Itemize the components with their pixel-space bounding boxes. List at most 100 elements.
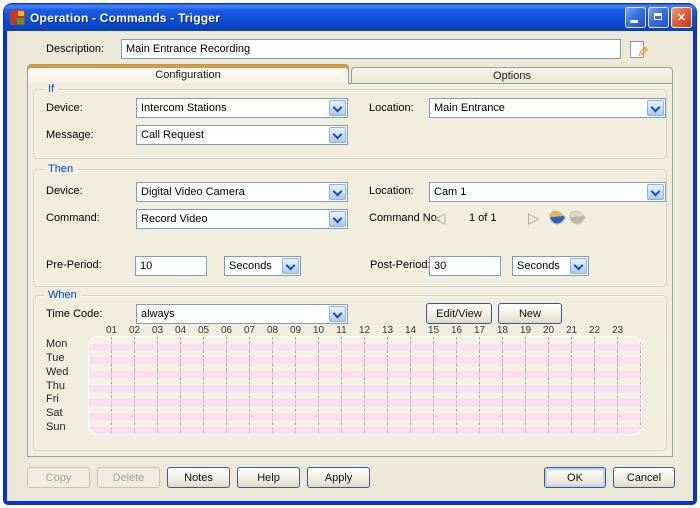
- hour-label: 22: [586, 325, 604, 336]
- if-group-title: If: [44, 83, 58, 95]
- dropdown-arrow-icon[interactable]: [647, 100, 664, 116]
- then-location-value: Cam 1: [430, 186, 646, 198]
- dropdown-arrow-icon[interactable]: [329, 127, 346, 143]
- then-group: Then Device: Digital Video Camera Locati…: [33, 169, 667, 287]
- description-label: Description:: [46, 43, 104, 55]
- hour-label: 10: [310, 325, 328, 336]
- dropdown-arrow-icon[interactable]: [570, 258, 587, 274]
- dropdown-arrow-icon[interactable]: [329, 211, 346, 227]
- hour-label: 02: [126, 325, 144, 336]
- title-bar[interactable]: Operation - Commands - Trigger ✕: [4, 4, 696, 31]
- if-device-label: Device:: [46, 102, 83, 114]
- hour-label: 16: [448, 325, 466, 336]
- cancel-button-label: Cancel: [627, 472, 661, 484]
- tab-options[interactable]: Options: [351, 67, 673, 84]
- schedule-row-mon[interactable]: [89, 344, 641, 351]
- ok-button-label: OK: [567, 472, 583, 484]
- hour-label: 15: [425, 325, 443, 336]
- copy-button-label: Copy: [46, 472, 72, 484]
- hour-label: 06: [218, 325, 236, 336]
- when-group: When Time Code: always Edit/View New 010…: [33, 295, 667, 451]
- then-group-title: Then: [44, 163, 77, 175]
- edit-note-icon[interactable]: ✎: [629, 40, 647, 58]
- edit-view-button[interactable]: Edit/View: [426, 303, 492, 324]
- tab-options-label: Options: [493, 70, 531, 82]
- then-location-label: Location:: [369, 185, 414, 197]
- schedule-grid[interactable]: [89, 337, 641, 434]
- minimize-button[interactable]: [625, 7, 646, 28]
- dropdown-arrow-icon[interactable]: [329, 306, 346, 322]
- hour-label: 21: [563, 325, 581, 336]
- post-period-label: Post-Period:: [370, 259, 431, 271]
- schedule-row-wed[interactable]: [89, 371, 641, 378]
- command-no-label: Command No.: [369, 212, 440, 224]
- if-location-value: Main Entrance: [430, 102, 646, 114]
- schedule-row-sat[interactable]: [89, 413, 641, 420]
- new-button[interactable]: New: [498, 303, 562, 324]
- hour-label: 05: [195, 325, 213, 336]
- schedule-row-thu[interactable]: [89, 385, 641, 392]
- hour-label: 23: [609, 325, 627, 336]
- description-input[interactable]: [121, 39, 621, 59]
- pre-period-input[interactable]: [135, 256, 207, 276]
- hour-label: 09: [287, 325, 305, 336]
- client-area: Description: ✎ Configuration Options If …: [7, 31, 693, 501]
- if-message-value: Call Request: [137, 129, 328, 141]
- then-command-select[interactable]: Record Video: [136, 209, 348, 229]
- then-device-select[interactable]: Digital Video Camera: [136, 182, 348, 202]
- dropdown-arrow-icon[interactable]: [647, 184, 664, 200]
- apply-button[interactable]: Apply: [307, 467, 370, 488]
- hour-label: 11: [333, 325, 351, 336]
- add-command-icon[interactable]: [548, 209, 565, 226]
- day-labels: MonTueWedThuFriSatSun: [46, 337, 86, 434]
- if-location-label: Location:: [369, 102, 414, 114]
- then-device-label: Device:: [46, 185, 83, 197]
- if-message-select[interactable]: Call Request: [136, 125, 348, 145]
- delete-button-label: Delete: [113, 472, 145, 484]
- hour-label: 18: [494, 325, 512, 336]
- schedule-row-tue[interactable]: [89, 357, 641, 364]
- close-button[interactable]: ✕: [671, 7, 692, 28]
- then-device-value: Digital Video Camera: [137, 186, 328, 198]
- then-command-value: Record Video: [137, 213, 328, 225]
- day-label: Sat: [46, 407, 63, 419]
- ok-button[interactable]: OK: [544, 467, 606, 488]
- then-location-select[interactable]: Cam 1: [429, 182, 666, 202]
- if-location-select[interactable]: Main Entrance: [429, 98, 666, 118]
- day-label: Tue: [46, 352, 65, 364]
- hour-label: 17: [471, 325, 489, 336]
- dropdown-arrow-icon[interactable]: [329, 100, 346, 116]
- command-no-value: 1 of 1: [469, 212, 497, 224]
- if-message-label: Message:: [46, 129, 94, 141]
- dropdown-arrow-icon[interactable]: [282, 258, 299, 274]
- edit-view-button-label: Edit/View: [436, 308, 482, 320]
- post-period-unit-select[interactable]: Seconds: [512, 256, 589, 276]
- if-group: If Device: Intercom Stations Location: M…: [33, 89, 667, 159]
- hour-label: 04: [172, 325, 190, 336]
- window-controls: ✕: [625, 7, 692, 28]
- configuration-panel: If Device: Intercom Stations Location: M…: [27, 83, 673, 457]
- schedule-row-fri[interactable]: [89, 399, 641, 406]
- day-label: Mon: [46, 338, 67, 350]
- cancel-button[interactable]: Cancel: [613, 467, 675, 488]
- app-icon: [10, 10, 25, 25]
- time-code-select[interactable]: always: [136, 304, 348, 324]
- maximize-button[interactable]: [648, 7, 669, 28]
- post-period-input[interactable]: [429, 256, 501, 276]
- apply-button-label: Apply: [325, 472, 353, 484]
- day-label: Wed: [46, 366, 68, 378]
- schedule-row-sun[interactable]: [89, 427, 641, 434]
- next-command-button[interactable]: ▷: [528, 209, 540, 229]
- dropdown-arrow-icon[interactable]: [329, 184, 346, 200]
- previous-command-button[interactable]: ◁: [434, 209, 446, 229]
- notes-button[interactable]: Notes: [167, 467, 230, 488]
- time-code-value: always: [137, 308, 328, 320]
- tab-configuration-label: Configuration: [155, 69, 220, 81]
- dialog-window: Operation - Commands - Trigger ✕ Descrip…: [4, 4, 696, 504]
- pre-period-unit-select[interactable]: Seconds: [224, 256, 301, 276]
- help-button[interactable]: Help: [237, 467, 300, 488]
- hour-label: 19: [517, 325, 535, 336]
- if-device-select[interactable]: Intercom Stations: [136, 98, 348, 118]
- pencil-icon: ✎: [637, 45, 649, 59]
- tab-configuration[interactable]: Configuration: [27, 64, 349, 84]
